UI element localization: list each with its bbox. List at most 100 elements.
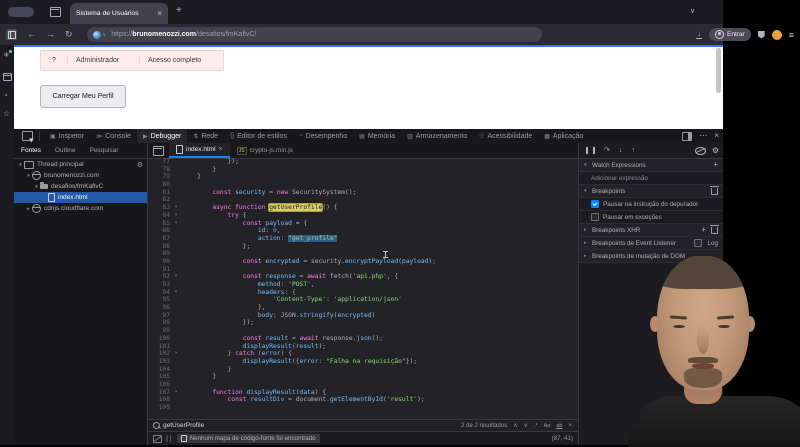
step-out-icon[interactable]: ↑: [631, 147, 635, 154]
devtools-tab-memory[interactable]: ▤Memória: [353, 129, 401, 143]
line-number[interactable]: 94: [148, 289, 170, 297]
line-number[interactable]: 93: [148, 281, 170, 289]
pick-element-icon[interactable]: [22, 131, 33, 141]
line-number[interactable]: 78: [148, 166, 170, 174]
extension-box-icon[interactable]: [3, 73, 12, 83]
profile-avatar[interactable]: [772, 30, 782, 40]
line-number[interactable]: 100: [148, 335, 170, 343]
thread-settings-gear-icon[interactable]: ⚙: [137, 161, 143, 169]
sources-collapse-icon[interactable]: [153, 146, 164, 156]
line-number[interactable]: 105: [148, 373, 170, 381]
load-profile-button[interactable]: Carregar Meu Perfil: [40, 85, 126, 108]
line-number[interactable]: 92: [148, 273, 170, 281]
devtools-close-icon[interactable]: ×: [714, 132, 719, 140]
tree-caret-icon[interactable]: ▸: [25, 206, 32, 212]
pause-icon[interactable]: [586, 147, 595, 154]
line-number[interactable]: 99: [148, 327, 170, 335]
editor-search-bar[interactable]: getUserProfile 2 de 2 resultados ∧ ∨ .* …: [148, 419, 578, 431]
devtools-tab-accessibility[interactable]: ☉Acessibilidade: [473, 129, 538, 143]
line-number[interactable]: 95: [148, 296, 170, 304]
devtools-tab-debugger[interactable]: ▶Debugger: [137, 129, 187, 143]
reload-icon[interactable]: ↻: [65, 30, 73, 39]
file-tab-index-html[interactable]: index.html ×: [169, 143, 230, 158]
code-area[interactable]: 77 });78 }79 }8081 const security = new …: [148, 158, 578, 419]
tree-item-brunomenozzi-com[interactable]: ▾brunomenozzi.com: [14, 170, 147, 181]
list-tabs-chevron-icon[interactable]: ∨: [690, 7, 695, 15]
fold-arrow-icon[interactable]: ▾: [170, 273, 182, 281]
tree-item-index-html[interactable]: index.html: [14, 192, 147, 203]
event-listener-breakpoints-header[interactable]: ▸ Breakpoints de Event Listener Log: [579, 237, 723, 250]
step-over-icon[interactable]: ↷: [604, 147, 610, 154]
remove-xhr-breakpoints-icon[interactable]: [711, 227, 718, 234]
hamburger-menu-icon[interactable]: ≡: [789, 30, 794, 40]
watch-expressions-header[interactable]: ▾ Watch Expressions +: [579, 159, 723, 172]
fold-arrow-icon[interactable]: ▾: [170, 350, 182, 358]
add-expression-input[interactable]: Adicionar expressão: [579, 172, 723, 185]
tree-item-thread-principal[interactable]: ▾Thread principal⚙: [14, 159, 147, 170]
case-toggle-icon[interactable]: Aa: [544, 423, 551, 429]
new-tab-button[interactable]: +: [176, 6, 182, 16]
fold-arrow-icon[interactable]: ▾: [170, 289, 182, 297]
pause-exceptions-option[interactable]: Pausar em exceções: [579, 211, 723, 224]
line-number[interactable]: 106: [148, 381, 170, 389]
line-number[interactable]: 83: [148, 204, 170, 212]
history-clock-icon[interactable]: ◔: [3, 92, 8, 100]
line-number[interactable]: 104: [148, 366, 170, 374]
meatball-menu-icon[interactable]: ⋯: [699, 132, 707, 140]
page-scrollbar[interactable]: [716, 48, 721, 93]
devtools-tab-application[interactable]: ▦Aplicação: [538, 129, 589, 143]
ai-chat-icon[interactable]: ∗: [3, 51, 10, 59]
breakpoints-header[interactable]: ▾ Breakpoints: [579, 185, 723, 198]
sources-tab-pesquisar[interactable]: Pesquisar: [82, 147, 125, 154]
line-number[interactable]: 80: [148, 181, 170, 189]
line-number[interactable]: 77: [148, 158, 170, 166]
line-number[interactable]: 82: [148, 196, 170, 204]
browser-tab[interactable]: Sistema de Usuários ×: [70, 3, 168, 24]
line-number[interactable]: 108: [148, 396, 170, 404]
devtools-tab-inspector[interactable]: ▣Inspetor: [44, 129, 90, 143]
settings-gear-icon[interactable]: ⚙: [712, 147, 719, 155]
line-number[interactable]: 89: [148, 250, 170, 258]
line-number[interactable]: 88: [148, 243, 170, 251]
extension-icon[interactable]: [758, 31, 765, 39]
file-tab-close-icon[interactable]: ×: [219, 146, 223, 153]
dock-side-icon[interactable]: [682, 132, 692, 141]
devtools-tab-storage[interactable]: ▥Armazenamento: [401, 129, 473, 143]
permissions-chevron-icon[interactable]: ∨: [103, 32, 107, 38]
tree-caret-icon[interactable]: ▾: [17, 162, 24, 168]
sources-tab-outline[interactable]: Outline: [48, 147, 83, 154]
devtools-tab-style-editor[interactable]: {}Editor de estilos: [224, 129, 293, 143]
pause-debugger-statement-option[interactable]: Pausar na instrução do depurador: [579, 198, 723, 211]
tab-close-icon[interactable]: ×: [157, 9, 162, 18]
regex-toggle-icon[interactable]: .*: [534, 423, 538, 429]
tree-caret-icon[interactable]: ▾: [33, 184, 40, 190]
sign-in-button[interactable]: Entrar: [709, 28, 751, 41]
line-number[interactable]: 103: [148, 358, 170, 366]
line-number[interactable]: 79: [148, 173, 170, 181]
line-number[interactable]: 85: [148, 220, 170, 228]
line-number[interactable]: 86: [148, 227, 170, 235]
tree-caret-icon[interactable]: ▾: [25, 173, 32, 179]
log-checkbox-icon[interactable]: [694, 239, 702, 247]
devtools-tab-performance[interactable]: ◔Desempenho: [293, 129, 353, 143]
tree-item-cdnjs-cloudflare-com[interactable]: ▸cdnjs.cloudflare.com: [14, 203, 147, 214]
whole-word-toggle-icon[interactable]: ab: [556, 423, 562, 429]
line-number[interactable]: 91: [148, 266, 170, 274]
checkbox-unchecked-icon[interactable]: [591, 213, 599, 221]
fold-arrow-icon[interactable]: ▾: [170, 220, 182, 228]
line-number[interactable]: 81: [148, 189, 170, 197]
checkbox-checked-icon[interactable]: [591, 200, 599, 208]
fold-arrow-icon[interactable]: ▾: [170, 389, 182, 397]
line-number[interactable]: 98: [148, 319, 170, 327]
back-icon[interactable]: ←: [27, 30, 36, 39]
add-xhr-breakpoint-icon[interactable]: +: [701, 226, 706, 234]
xhr-breakpoints-header[interactable]: ▸ Breakpoints XHR +: [579, 224, 723, 237]
file-tab-crypto-js[interactable]: JS crypto-js.min.js: [230, 143, 300, 158]
sidebar-toggle-icon[interactable]: [6, 29, 17, 40]
devtools-tab-console[interactable]: ≫Console: [90, 129, 137, 143]
line-number[interactable]: 102: [148, 350, 170, 358]
downloads-icon[interactable]: ↓: [696, 30, 702, 39]
pretty-print-icon[interactable]: { }: [166, 436, 172, 442]
sources-tab-fontes[interactable]: Fontes: [14, 147, 48, 154]
forward-icon[interactable]: →: [46, 30, 55, 39]
